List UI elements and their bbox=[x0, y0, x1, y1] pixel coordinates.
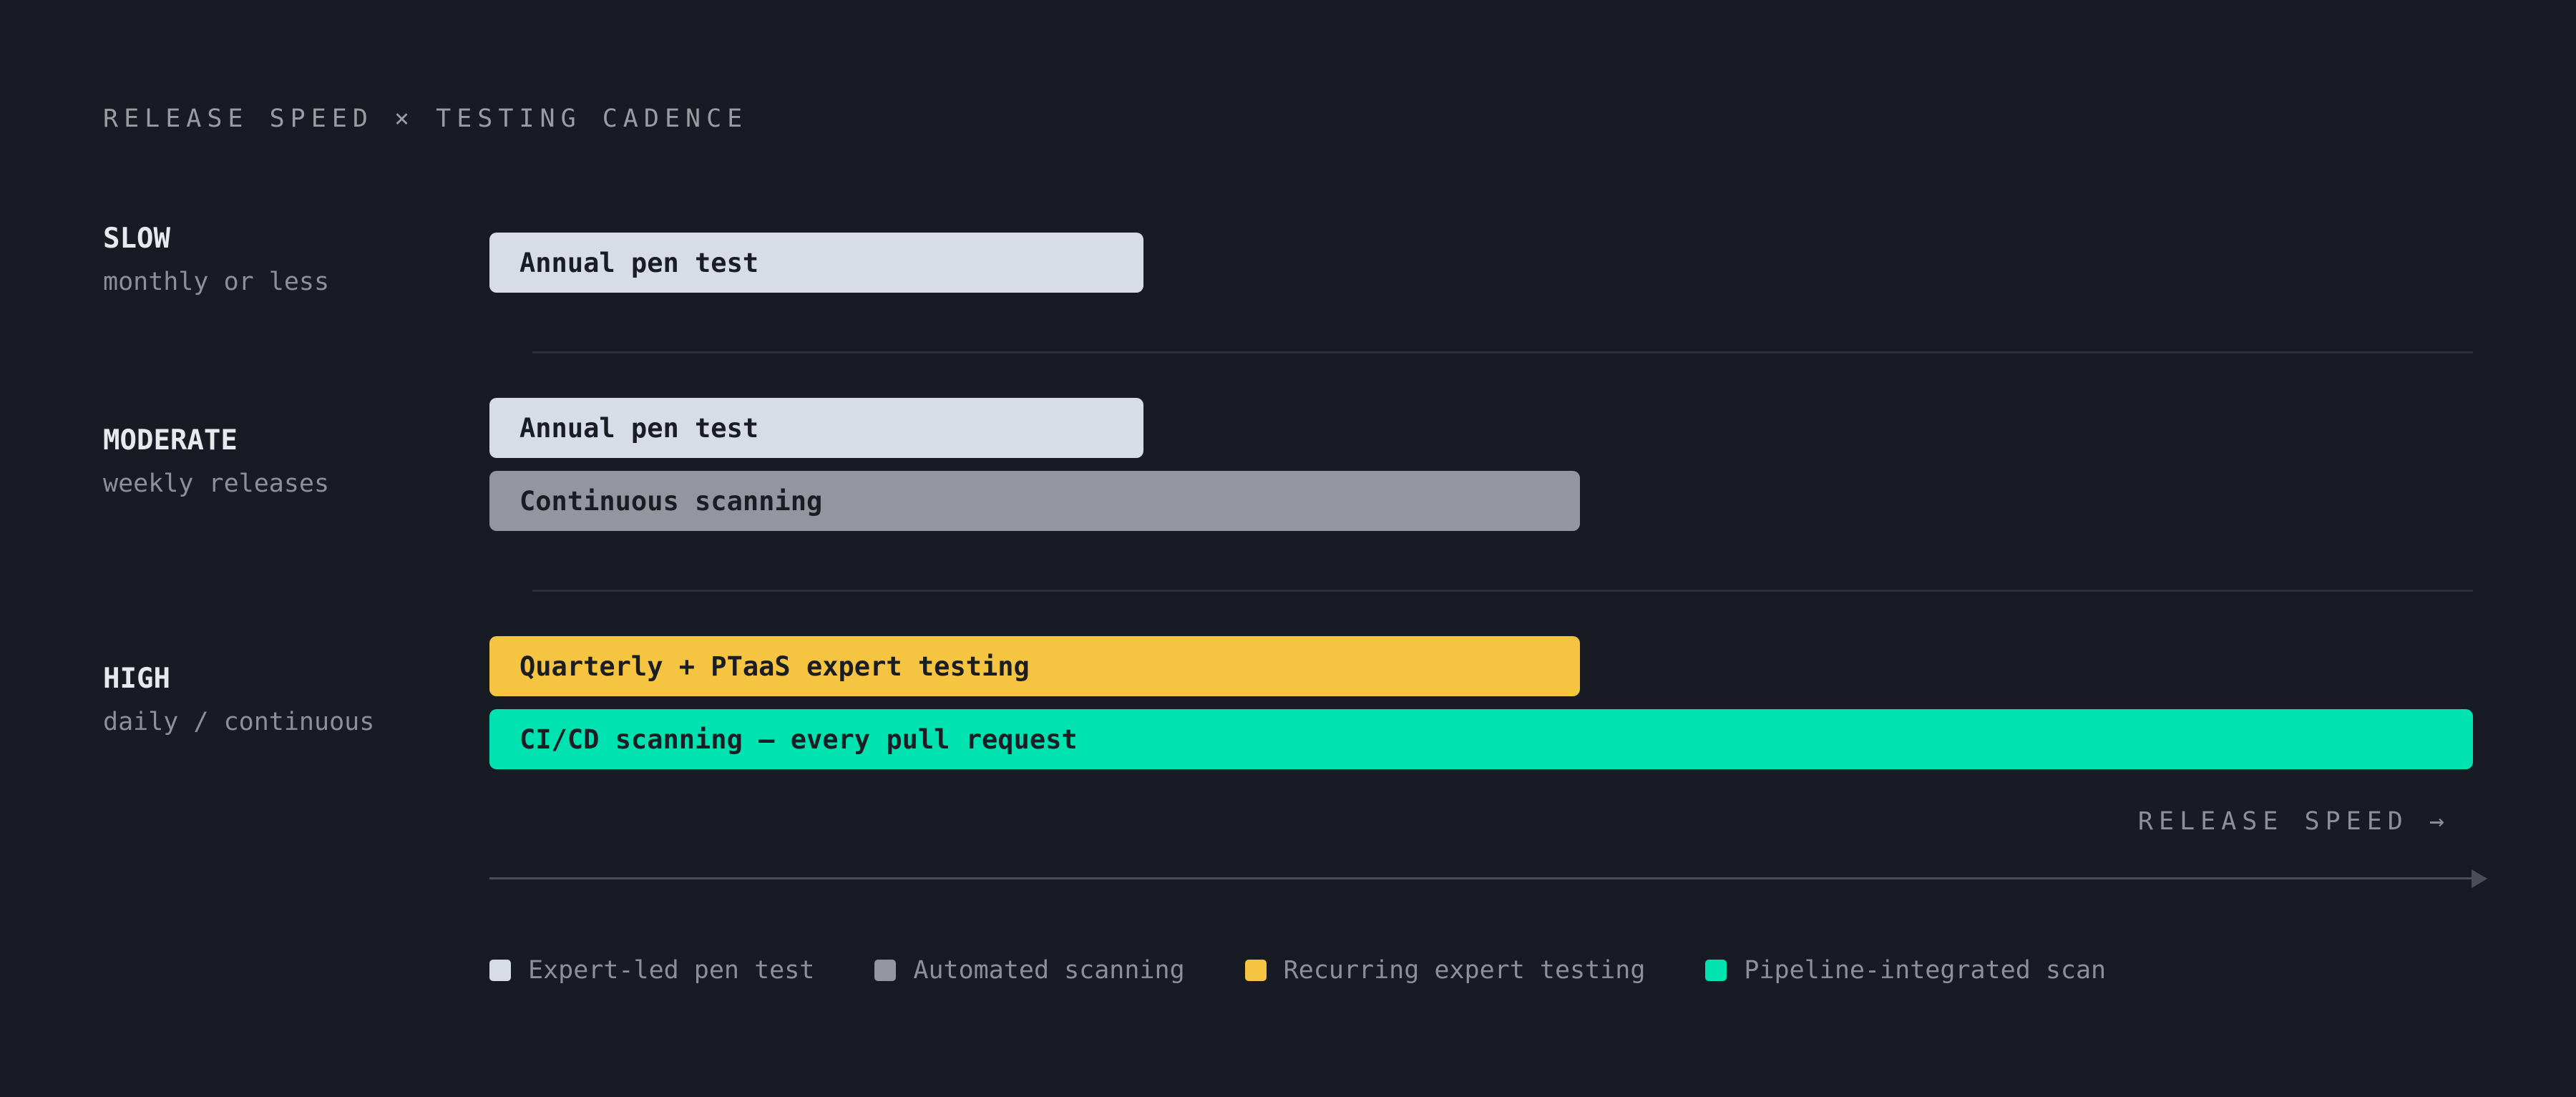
bar-moderate-annual-pen-test: Annual pen test bbox=[489, 398, 1143, 458]
row-divider bbox=[532, 590, 2473, 592]
bar-high-cicd-scanning: CI/CD scanning — every pull request bbox=[489, 709, 2473, 769]
legend-label: Recurring expert testing bbox=[1283, 956, 1646, 985]
bar-moderate-continuous-scanning: Continuous scanning bbox=[489, 471, 1580, 531]
legend-swatch bbox=[874, 960, 897, 981]
bar-label: CI/CD scanning — every pull request bbox=[519, 723, 1078, 755]
diagram-title: RELEASE SPEED × TESTING CADENCE bbox=[103, 104, 748, 133]
release-speed-axis-label: RELEASE SPEED → bbox=[2137, 807, 2450, 836]
legend-item-automated-scanning: Automated scanning bbox=[874, 956, 1185, 985]
row-subtitle: daily / continuous bbox=[103, 708, 375, 736]
legend-swatch bbox=[1244, 960, 1267, 981]
legend-label: Automated scanning bbox=[913, 956, 1185, 985]
row-subtitle: weekly releases bbox=[103, 469, 330, 498]
bar-slow-annual-pen-test: Annual pen test bbox=[489, 233, 1143, 293]
legend-label: Expert-led pen test bbox=[528, 956, 815, 985]
release-speed-axis-line bbox=[489, 877, 2486, 879]
row-label-high: HIGH daily / continuous bbox=[103, 662, 374, 739]
row-name: MODERATE bbox=[103, 424, 238, 457]
row-name: HIGH bbox=[103, 663, 170, 695]
bar-high-ptaas-expert-testing: Quarterly + PTaaS expert testing bbox=[489, 636, 1580, 696]
row-label-slow: SLOW monthly or less bbox=[103, 222, 329, 299]
legend: Expert-led pen test Automated scanning R… bbox=[489, 956, 2166, 985]
row-divider bbox=[532, 351, 2473, 354]
bar-label: Annual pen test bbox=[519, 247, 759, 278]
row-name: SLOW bbox=[103, 223, 170, 255]
bar-label: Continuous scanning bbox=[519, 485, 823, 517]
axis-arrowhead-icon bbox=[2472, 869, 2487, 888]
bar-label: Annual pen test bbox=[519, 412, 759, 444]
row-label-moderate: MODERATE weekly releases bbox=[103, 424, 329, 501]
legend-label: Pipeline-integrated scan bbox=[1744, 956, 2107, 985]
bar-label: Quarterly + PTaaS expert testing bbox=[519, 650, 1030, 682]
legend-item-expert-pen-test: Expert-led pen test bbox=[489, 956, 814, 985]
legend-item-pipeline-integrated-scan: Pipeline-integrated scan bbox=[1705, 956, 2106, 985]
legend-item-recurring-expert-testing: Recurring expert testing bbox=[1244, 956, 1646, 985]
legend-swatch bbox=[489, 960, 511, 981]
row-subtitle: monthly or less bbox=[103, 268, 330, 296]
legend-swatch bbox=[1705, 960, 1727, 981]
